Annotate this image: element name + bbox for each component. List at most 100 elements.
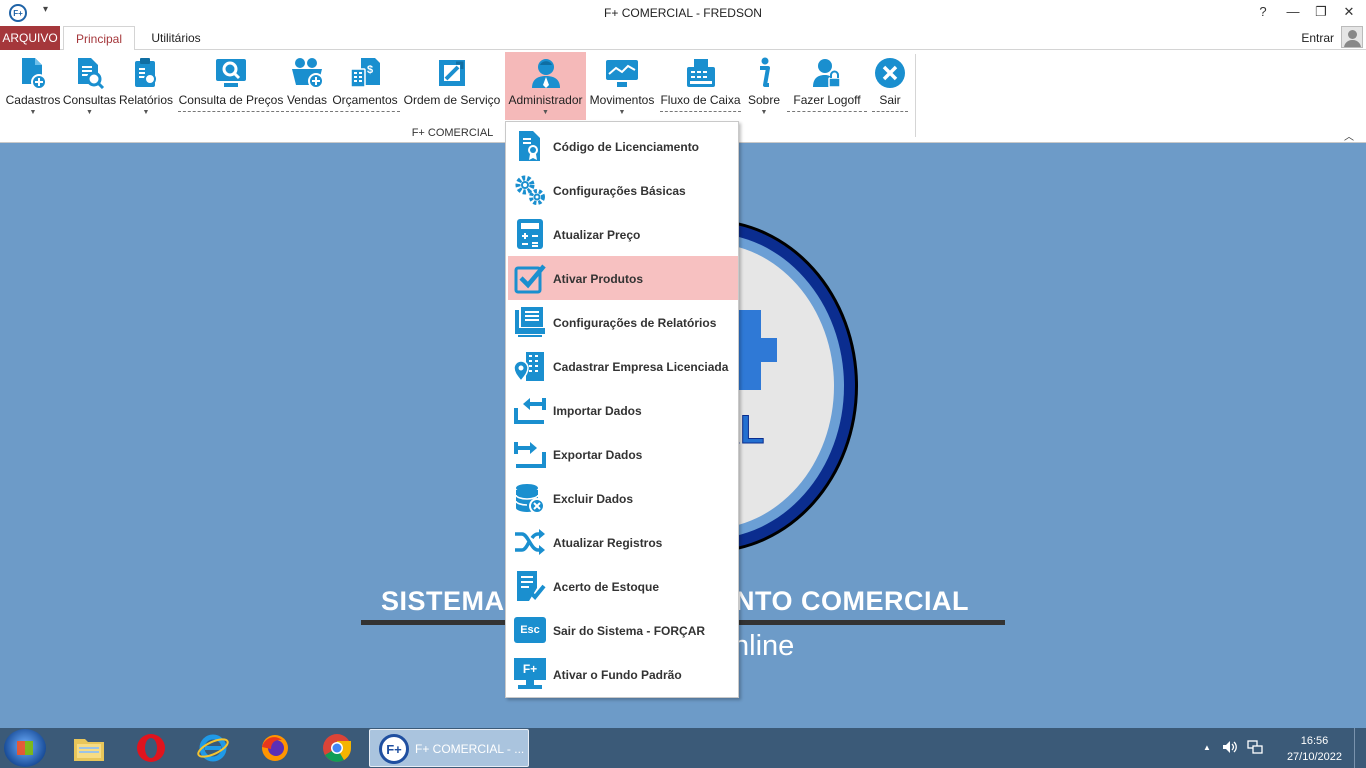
monitor-search-icon	[214, 56, 248, 90]
menu-item-ativar-fundo[interactable]: F+ Ativar o Fundo Padrão	[508, 652, 738, 696]
consultas-button[interactable]: Consultas ▼	[62, 52, 117, 120]
tab-arquivo[interactable]: ARQUIVO	[0, 26, 60, 50]
sair-button[interactable]: Sair	[872, 52, 908, 120]
group-separator-line	[286, 111, 328, 112]
menu-item-label: Código de Licenciamento	[553, 140, 700, 154]
collapse-ribbon-icon[interactable]: ︿	[1344, 128, 1354, 143]
building-location-icon	[514, 350, 546, 382]
opera-browser-icon[interactable]	[134, 732, 168, 764]
firefox-icon[interactable]	[258, 732, 292, 764]
tray-expand-icon[interactable]: ▲	[1203, 743, 1211, 752]
ordem-de-servico-button[interactable]: Ordem de Serviço	[402, 52, 502, 120]
menu-item-label: Excluir Dados	[553, 492, 634, 506]
movimentos-label: Movimentos	[589, 93, 655, 107]
menu-item-label: Atualizar Preço	[553, 228, 641, 242]
volume-icon[interactable]	[1222, 740, 1238, 757]
menu-item-configuracoes-basicas[interactable]: Configurações Básicas	[508, 168, 738, 212]
relatorios-label: Relatórios	[118, 93, 174, 107]
monitor-chart-icon	[605, 56, 639, 90]
printer-report-icon	[514, 306, 546, 338]
internet-explorer-icon[interactable]	[196, 732, 230, 764]
tab-principal[interactable]: Principal	[63, 26, 135, 51]
license-document-icon	[514, 130, 546, 162]
group-separator-line	[787, 111, 867, 112]
menu-item-label: Ativar o Fundo Padrão	[553, 668, 682, 682]
menu-item-exportar-dados[interactable]: Exportar Dados	[508, 432, 738, 476]
administrador-button[interactable]: Administrador ▼	[505, 52, 586, 120]
system-clock[interactable]: 16:56 27/10/2022	[1287, 733, 1342, 765]
calculator-icon	[514, 218, 546, 250]
checklist-icon	[514, 570, 546, 602]
file-explorer-icon[interactable]	[72, 732, 106, 764]
banner-right-text: ENTO COMERCIAL	[716, 586, 970, 616]
user-avatar[interactable]	[1341, 26, 1363, 48]
menu-item-configuracoes-relatorios[interactable]: Configurações de Relatórios	[508, 300, 738, 344]
sair-label: Sair	[879, 93, 901, 107]
clock-date: 27/10/2022	[1286, 751, 1342, 763]
menu-item-atualizar-registros[interactable]: Atualizar Registros	[508, 520, 738, 564]
menu-item-label: Cadastrar Empresa Licenciada	[553, 360, 729, 374]
menu-item-label: Sair do Sistema - FORÇAR	[553, 624, 706, 638]
close-button[interactable]: ✕	[1339, 3, 1359, 21]
fluxo-de-caixa-button[interactable]: Fluxo de Caixa	[660, 52, 741, 120]
svg-text:$: $	[367, 64, 373, 76]
show-desktop-button[interactable]	[1354, 728, 1366, 768]
menu-item-excluir-dados[interactable]: Excluir Dados	[508, 476, 738, 520]
admin-user-icon	[529, 56, 563, 90]
orcamentos-button[interactable]: $ Orçamentos	[330, 52, 400, 120]
fazer-logoff-button[interactable]: Fazer Logoff	[787, 52, 867, 120]
esc-key-badge: Esc	[514, 617, 546, 643]
close-circle-icon	[873, 56, 907, 90]
taskbar: F+ F+ COMERCIAL - ... ▲ 16:56 27/10/2022	[0, 728, 1366, 768]
menu-item-codigo-licenciamento[interactable]: Código de Licenciamento	[508, 124, 738, 168]
group-separator-line	[872, 111, 908, 112]
gears-icon	[514, 174, 546, 206]
sobre-button[interactable]: Sobre ▼	[745, 52, 783, 120]
cadastros-button[interactable]: Cadastros ▼	[4, 52, 62, 120]
menu-item-label: Atualizar Registros	[553, 536, 663, 550]
start-button[interactable]	[4, 729, 46, 767]
import-icon	[514, 394, 546, 426]
title-bar: F+ ▾ F+ COMERCIAL - FREDSON ? — ❐ ✕	[0, 0, 1366, 26]
relatorios-button[interactable]: Relatórios ▼	[118, 52, 174, 120]
cash-register-icon	[684, 56, 718, 90]
shopping-basket-icon	[290, 56, 324, 90]
fplus-badge: F+	[514, 658, 546, 680]
group-separator-line	[330, 111, 400, 112]
menu-item-importar-dados[interactable]: Importar Dados	[508, 388, 738, 432]
fplus-app-icon: F+	[379, 734, 409, 764]
shuffle-icon	[514, 526, 546, 558]
vendas-button[interactable]: Vendas	[286, 52, 328, 120]
help-button[interactable]: ?	[1253, 3, 1273, 21]
movimentos-button[interactable]: Movimentos ▼	[587, 52, 657, 120]
dropdown-arrow-icon: ▼	[86, 109, 93, 116]
dropdown-arrow-icon: ▼	[542, 109, 549, 116]
group-separator-line	[660, 111, 741, 112]
online-text: nline	[733, 630, 795, 662]
menu-item-atualizar-preco[interactable]: Atualizar Preço	[508, 212, 738, 256]
tab-utilitarios[interactable]: Utilitários	[141, 26, 211, 50]
consulta-de-precos-button[interactable]: Consulta de Preços	[178, 52, 284, 120]
restore-button[interactable]: ❐	[1311, 3, 1331, 21]
fluxo-de-caixa-label: Fluxo de Caixa	[660, 93, 741, 107]
menu-item-label: Importar Dados	[553, 404, 642, 418]
document-add-icon	[16, 56, 50, 90]
dropdown-arrow-icon: ▼	[29, 109, 37, 116]
menu-item-sair-forcar[interactable]: Esc Sair do Sistema - FORÇAR	[508, 608, 738, 652]
menu-item-acerto-estoque[interactable]: Acerto de Estoque	[508, 564, 738, 608]
consultas-label: Consultas	[62, 93, 117, 107]
dropdown-arrow-icon: ▼	[618, 109, 626, 116]
menu-item-ativar-produtos[interactable]: Ativar Produtos	[508, 256, 738, 300]
chrome-icon[interactable]	[320, 732, 354, 764]
administrador-label: Administrador	[508, 93, 583, 107]
monitor-fplus-icon: F+	[514, 658, 546, 690]
menu-item-cadastrar-empresa[interactable]: Cadastrar Empresa Licenciada	[508, 344, 738, 388]
clock-time: 16:56	[1300, 735, 1329, 747]
taskbar-fplus-comercial[interactable]: F+ F+ COMERCIAL - ...	[369, 729, 529, 767]
login-link[interactable]: Entrar	[1301, 31, 1334, 45]
minimize-button[interactable]: —	[1283, 3, 1303, 21]
dropdown-arrow-icon: ▼	[760, 109, 768, 116]
checkbox-checked-icon	[514, 262, 546, 294]
network-icon[interactable]	[1247, 740, 1263, 757]
budget-document-icon: $	[348, 56, 382, 90]
